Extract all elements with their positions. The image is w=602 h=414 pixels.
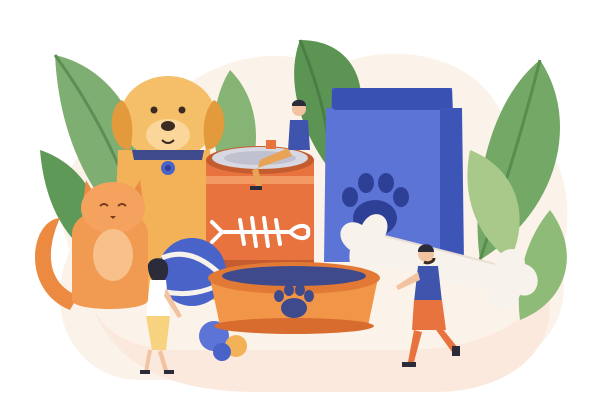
illustration-scene bbox=[0, 0, 602, 414]
food-bowl-icon bbox=[208, 262, 380, 334]
